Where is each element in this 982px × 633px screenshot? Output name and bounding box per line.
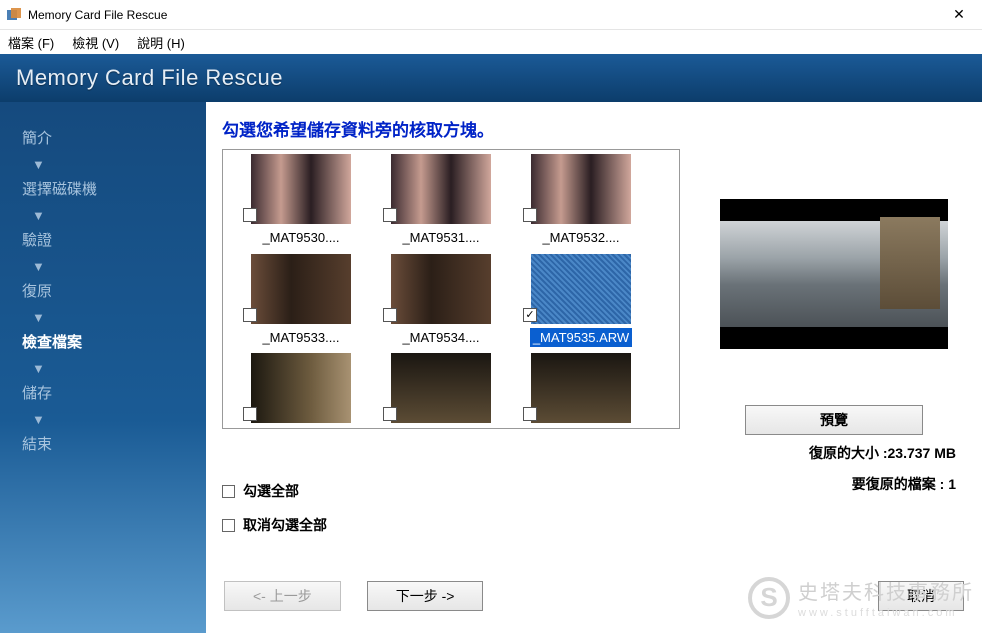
select-all-checkbox[interactable] <box>222 485 235 498</box>
file-item[interactable]: _MAT9531.... <box>371 152 511 252</box>
file-checkbox[interactable] <box>243 208 257 222</box>
back-button[interactable]: <- 上一步 <box>224 581 341 611</box>
file-item[interactable]: _MAT9538.... <box>511 351 651 428</box>
chevron-down-icon: ▼ <box>32 158 45 171</box>
chevron-down-icon: ▼ <box>32 311 45 324</box>
chevron-down-icon: ▼ <box>32 260 45 273</box>
file-item[interactable]: _MAT9530.... <box>231 152 371 252</box>
file-checkbox[interactable] <box>243 407 257 421</box>
nav-row: <- 上一步 下一步 -> 取消 <box>224 581 964 611</box>
file-thumbnail[interactable] <box>251 353 351 423</box>
step-verify: 驗證 <box>0 228 52 254</box>
menu-file[interactable]: 檔案 (F) <box>8 33 54 52</box>
file-thumbnail[interactable] <box>251 154 351 224</box>
instruction-text: 勾選您希望儲存資料旁的核取方塊。 <box>222 116 964 141</box>
size-value: 23.737 MB <box>888 445 956 461</box>
file-thumbnail[interactable] <box>531 353 631 423</box>
step-check-files: 檢查檔案 <box>0 330 82 356</box>
file-checkbox[interactable] <box>383 308 397 322</box>
file-name: _MAT9535.ARW <box>530 328 632 348</box>
stats: 復原的大小 :23.737 MB 要復原的檔案 : 1 <box>809 438 956 500</box>
deselect-all-row[interactable]: 取消勾選全部 <box>222 515 964 535</box>
file-item[interactable]: _MAT9534.... <box>371 252 511 352</box>
file-checkbox[interactable] <box>383 208 397 222</box>
menu-view[interactable]: 檢視 (V) <box>72 33 119 52</box>
file-item[interactable]: _MAT9536.... <box>231 351 371 428</box>
menubar: 檔案 (F) 檢視 (V) 說明 (H) <box>0 30 982 54</box>
file-name: _MAT9531.... <box>399 228 482 248</box>
chevron-down-icon: ▼ <box>32 362 45 375</box>
deselect-all-checkbox[interactable] <box>222 519 235 532</box>
step-finish: 結束 <box>0 432 52 458</box>
count-value: 1 <box>948 476 956 492</box>
select-all-label: 勾選全部 <box>243 481 299 501</box>
deselect-all-label: 取消勾選全部 <box>243 515 327 535</box>
file-checkbox[interactable]: ✓ <box>523 308 537 322</box>
window-title: Memory Card File Rescue <box>28 8 936 22</box>
preview-button[interactable]: 預覽 <box>745 405 923 435</box>
header-title: Memory Card File Rescue <box>16 65 283 91</box>
file-name: _MAT9536.... <box>259 427 342 428</box>
file-item[interactable]: _MAT9532.... <box>511 152 651 252</box>
titlebar: Memory Card File Rescue ✕ <box>0 0 982 30</box>
preview-box <box>720 149 948 399</box>
file-item[interactable]: _MAT9539.... <box>371 351 511 428</box>
cancel-button[interactable]: 取消 <box>878 581 964 611</box>
menu-help[interactable]: 說明 (H) <box>137 33 185 52</box>
chevron-down-icon: ▼ <box>32 209 45 222</box>
file-checkbox[interactable] <box>523 407 537 421</box>
close-button[interactable]: ✕ <box>936 0 982 30</box>
chevron-down-icon: ▼ <box>32 413 45 426</box>
file-name: _MAT9539.... <box>399 427 482 428</box>
preview-column: 預覽 <box>704 149 964 435</box>
file-checkbox[interactable] <box>523 208 537 222</box>
file-thumbnail[interactable] <box>391 254 491 324</box>
file-grid-scroll[interactable]: _MAT9530.... _MAT9531.... _MAT9532.... _MAT… <box>223 150 679 428</box>
next-button[interactable]: 下一步 -> <box>367 581 484 611</box>
file-thumbnail[interactable] <box>251 254 351 324</box>
step-intro: 簡介 <box>0 126 52 152</box>
file-checkbox[interactable] <box>243 308 257 322</box>
step-recover: 復原 <box>0 279 52 305</box>
file-name: _MAT9538.... <box>539 427 622 428</box>
file-item[interactable]: ✓ _MAT9535.ARW <box>511 252 651 352</box>
step-save: 儲存 <box>0 381 52 407</box>
main-panel: 勾選您希望儲存資料旁的核取方塊。 _MAT9530.... _MAT9531...… <box>206 102 982 633</box>
file-thumbnail[interactable] <box>531 254 631 324</box>
file-name: _MAT9530.... <box>259 228 342 248</box>
file-checkbox[interactable] <box>383 407 397 421</box>
preview-image <box>720 199 948 349</box>
file-thumbnail[interactable] <box>531 154 631 224</box>
app-icon <box>6 7 22 23</box>
file-name: _MAT9532.... <box>539 228 622 248</box>
sidebar: 簡介 ▼ 選擇磁碟機 ▼ 驗證 ▼ 復原 ▼ 檢查檔案 ▼ 儲存 ▼ 結束 <box>0 102 206 633</box>
file-name: _MAT9534.... <box>399 328 482 348</box>
file-item[interactable]: _MAT9533.... <box>231 252 371 352</box>
file-thumbnail[interactable] <box>391 154 491 224</box>
count-label: 要復原的檔案 : <box>852 476 945 492</box>
header-band: Memory Card File Rescue <box>0 54 982 102</box>
step-select-drive: 選擇磁碟機 <box>0 177 97 203</box>
size-label: 復原的大小 : <box>809 445 888 461</box>
file-grid: _MAT9530.... _MAT9531.... _MAT9532.... _MAT… <box>222 149 680 429</box>
file-thumbnail[interactable] <box>391 353 491 423</box>
file-name: _MAT9533.... <box>259 328 342 348</box>
